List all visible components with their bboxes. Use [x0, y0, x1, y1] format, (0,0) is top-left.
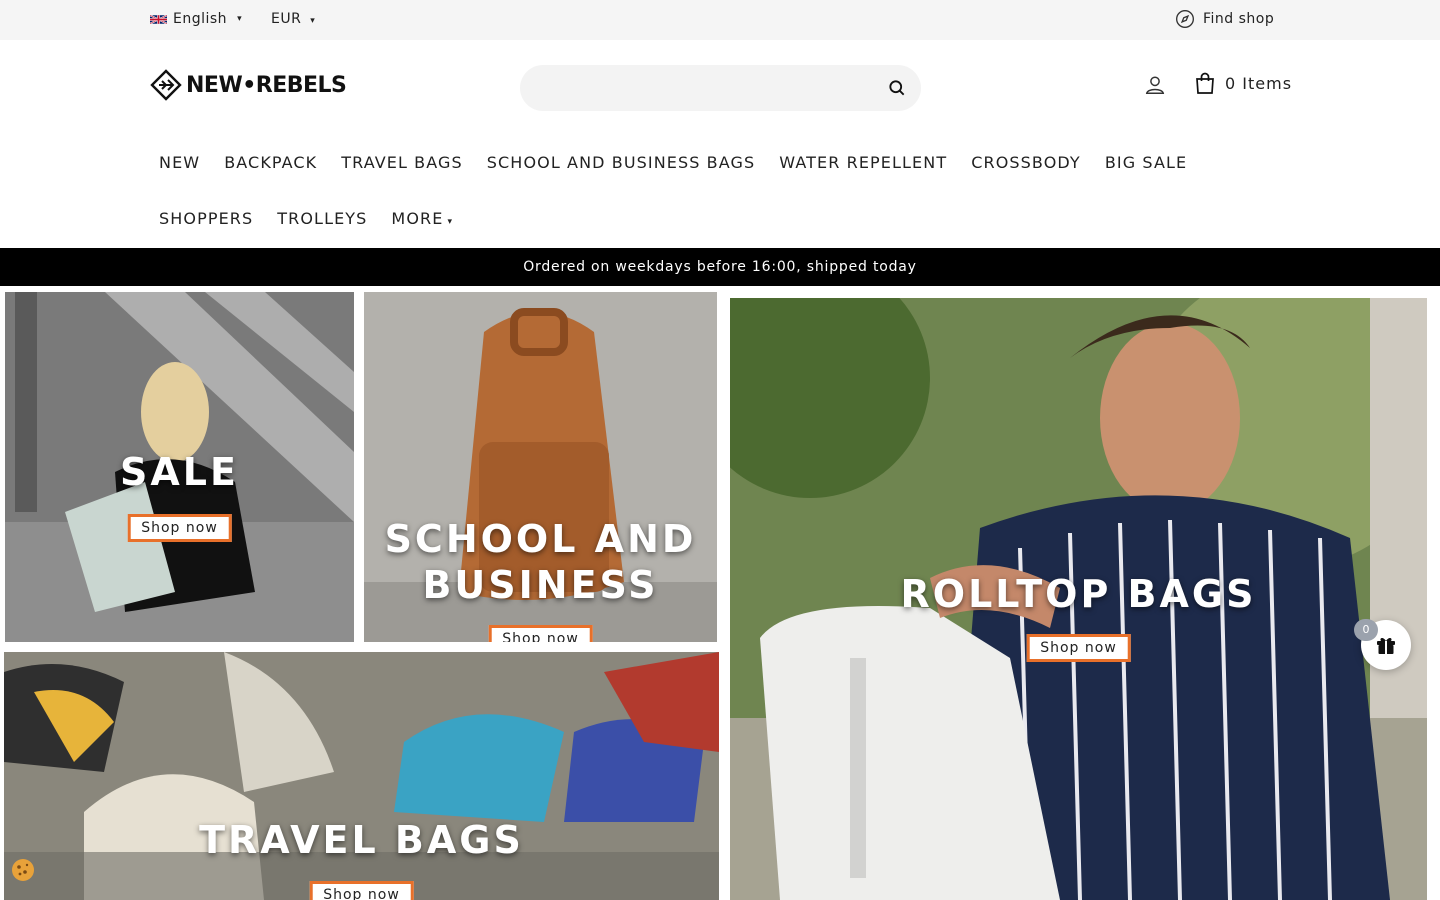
chevron-down-icon: ▾	[310, 16, 316, 26]
rolltop-bags-shop-now-button[interactable]: Shop now	[1026, 634, 1131, 662]
chevron-down-icon: ▾	[447, 217, 454, 227]
nav-item-water-repellent[interactable]: WATER REPELLENT	[779, 153, 947, 172]
shipping-promo-bar: Ordered on weekdays before 16:00, shippe…	[0, 248, 1440, 286]
school-business-tile-title: SCHOOL AND BUSINESS	[364, 516, 717, 608]
cart-button[interactable]: 0 Items	[1195, 72, 1292, 94]
search-bar	[520, 65, 921, 111]
nav-item-shoppers[interactable]: SHOPPERS	[159, 209, 253, 228]
main-nav-row-1: NEW BACKPACK TRAVEL BAGS SCHOOL AND BUSI…	[159, 153, 1187, 172]
nav-item-new[interactable]: NEW	[159, 153, 200, 172]
language-selector[interactable]: English ▾	[150, 11, 242, 27]
nav-item-crossbody[interactable]: CROSSBODY	[971, 153, 1081, 172]
search-icon[interactable]	[887, 78, 907, 98]
sale-tile-title: SALE	[120, 450, 239, 494]
rolltop-bags-category-tile[interactable]: ROLLTOP BAGS Shop now	[730, 298, 1427, 900]
logo-mark-icon	[150, 69, 182, 101]
find-shop-link[interactable]: Find shop	[1175, 9, 1274, 29]
logo-text: NEW•REBELS	[186, 72, 347, 98]
uk-flag-icon	[150, 13, 167, 25]
nav-item-trolleys[interactable]: TROLLEYS	[277, 209, 367, 228]
find-shop-label: Find shop	[1203, 11, 1275, 27]
cart-count-label: 0 Items	[1225, 73, 1293, 93]
school-business-title-line-1: SCHOOL AND	[384, 517, 697, 561]
currency-label: EUR	[271, 11, 302, 27]
compass-icon	[1176, 10, 1194, 28]
travel-bags-shop-now-button[interactable]: Shop now	[309, 881, 414, 900]
promo-text: Ordered on weekdays before 16:00, shippe…	[523, 259, 917, 275]
shopping-bag-icon	[1196, 72, 1214, 94]
rolltop-bags-tile-title: ROLLTOP BAGS	[900, 572, 1257, 616]
nav-item-school-business-bags[interactable]: SCHOOL AND BUSINESS BAGS	[487, 153, 756, 172]
user-account-icon[interactable]	[1144, 74, 1166, 96]
nav-item-big-sale[interactable]: BIG SALE	[1105, 153, 1187, 172]
sale-shop-now-button[interactable]: Shop now	[127, 514, 232, 542]
school-business-title-line-2: BUSINESS	[422, 563, 659, 607]
sale-category-tile[interactable]: SALE Shop now	[5, 292, 354, 642]
top-utility-bar: English ▾ EUR ▾ Find shop	[0, 0, 1440, 40]
nav-item-travel-bags[interactable]: TRAVEL BAGS	[341, 153, 463, 172]
gift-icon	[1377, 637, 1395, 654]
search-input[interactable]	[520, 65, 860, 111]
nav-item-more[interactable]: MORE ▾	[391, 209, 453, 228]
school-business-shop-now-button[interactable]: Shop now	[488, 625, 593, 642]
travel-bags-category-tile[interactable]: TRAVEL BAGS Shop now	[4, 652, 719, 900]
school-business-category-tile[interactable]: SCHOOL AND BUSINESS Shop now	[364, 292, 717, 642]
chevron-down-icon: ▾	[237, 14, 243, 24]
more-label: MORE	[391, 209, 444, 228]
currency-selector[interactable]: EUR ▾	[271, 11, 315, 27]
gift-count-badge: 0	[1354, 619, 1378, 641]
language-label: English	[173, 11, 228, 27]
main-nav-row-2: SHOPPERS TROLLEYS MORE ▾	[159, 209, 453, 228]
cookie-icon[interactable]	[10, 857, 36, 883]
brand-logo[interactable]: NEW•REBELS	[150, 69, 347, 101]
travel-bags-tile-title: TRAVEL BAGS	[199, 818, 524, 862]
nav-item-backpack[interactable]: BACKPACK	[224, 153, 317, 172]
